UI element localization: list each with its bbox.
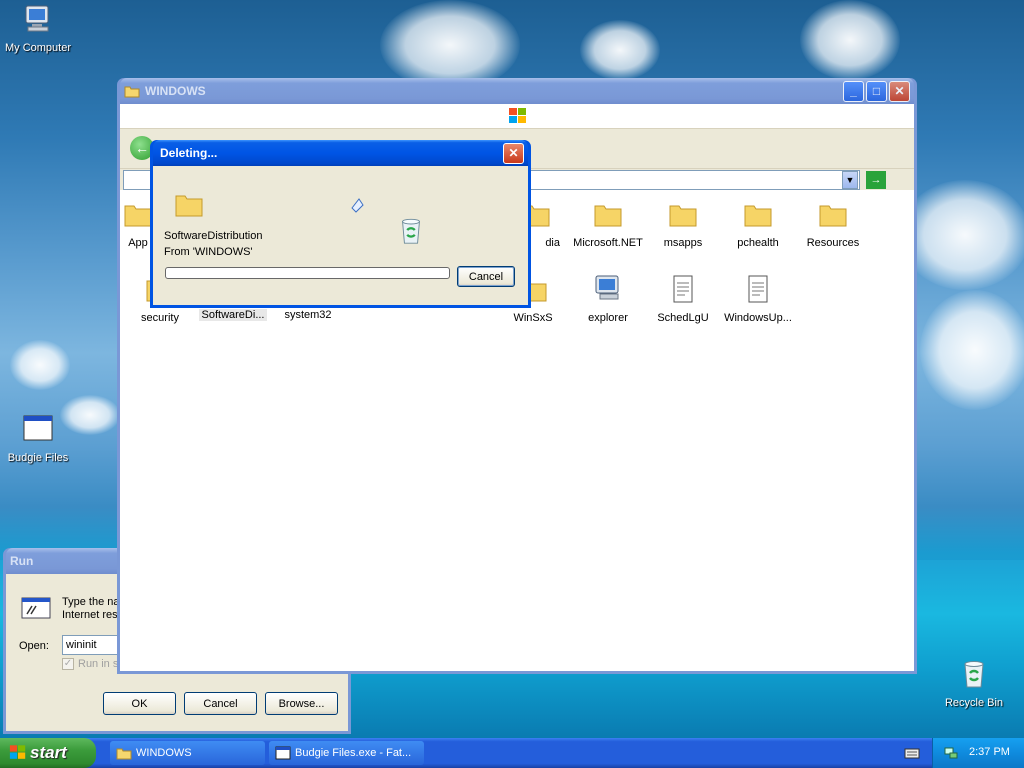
folder-microsoft-net[interactable]: Microsoft.NET <box>568 198 648 249</box>
folder-icon <box>175 195 203 217</box>
run-description-line1: Type the na <box>62 596 120 608</box>
application-window-icon <box>275 746 291 760</box>
run-icon <box>21 597 51 619</box>
windows-logo-icon <box>9 745 26 759</box>
file-item-label: Resources <box>806 237 860 249</box>
taskbar-item-label: WINDOWS <box>136 747 192 759</box>
run-title: Run <box>10 554 34 568</box>
folder-icon <box>116 748 132 760</box>
deleting-titlebar[interactable]: Deleting... ✕ <box>153 140 528 166</box>
system-tray: 2:37 PM <box>932 738 1024 768</box>
ok-button[interactable]: OK <box>103 692 176 715</box>
file-explorer[interactable]: explorer <box>568 273 648 324</box>
file-item-label: system32 <box>284 309 332 321</box>
folder-icon <box>669 205 697 227</box>
explorer-title: WINDOWS <box>145 84 206 98</box>
taskbar: start WINDOWS Budgie Files.exe - Fat... … <box>0 738 1024 768</box>
start-button[interactable]: start <box>0 738 96 768</box>
recycle-bin-icon <box>964 661 984 688</box>
cancel-button[interactable]: Cancel <box>457 266 515 287</box>
cancel-button[interactable]: Cancel <box>184 692 257 715</box>
clock[interactable]: 2:37 PM <box>969 746 1010 758</box>
address-dropdown-button[interactable]: ▼ <box>842 171 858 189</box>
folder-icon <box>124 86 140 98</box>
close-button[interactable]: ✕ <box>503 142 524 164</box>
maximize-button[interactable]: □ <box>866 80 887 102</box>
folder-msapps[interactable]: msapps <box>643 198 723 249</box>
keyboard-icon[interactable] <box>904 747 920 759</box>
folder-pchealth[interactable]: pchealth <box>718 198 798 249</box>
minimize-button[interactable]: _ <box>843 80 864 102</box>
progress-bar <box>165 267 450 279</box>
explorer-titlebar[interactable]: WINDOWS _ □ ✕ <box>120 78 914 104</box>
deleting-dialog: Deleting... ✕ SoftwareDistribution From … <box>150 140 531 308</box>
run-in-separate-checkbox[interactable]: ✓ <box>62 658 74 670</box>
windows-logo-icon <box>509 108 526 123</box>
file-item-label: explorer <box>588 312 628 324</box>
application-window-icon <box>23 415 53 441</box>
run-description-line2: Internet res <box>62 609 118 621</box>
close-button[interactable]: ✕ <box>889 80 910 102</box>
deleting-from-text: From 'WINDOWS' <box>164 246 253 258</box>
file-item-label: msapps <box>663 237 703 249</box>
desktop-icon-budgie-files[interactable]: Budgie Files <box>0 413 76 464</box>
start-label: start <box>30 743 67 762</box>
folder-icon <box>819 205 847 227</box>
file-item-label: pchealth <box>737 237 779 249</box>
open-label: Open: <box>19 640 49 652</box>
file-windowsupdate[interactable]: WindowsUp... <box>718 273 798 324</box>
menu-bar <box>120 104 914 128</box>
desktop-icon-label: My Computer <box>4 42 72 54</box>
taskbar-item-label: Budgie Files.exe - Fat... <box>295 747 412 759</box>
file-item-label: security <box>141 312 179 324</box>
recycle-bin-icon <box>402 218 420 244</box>
go-button[interactable]: → <box>866 171 886 189</box>
file-item-label: WindowsUp... <box>724 312 792 324</box>
computer-icon <box>25 5 49 32</box>
desktop-icon-recycle-bin[interactable]: Recycle Bin <box>936 658 1012 709</box>
folder-resources[interactable]: Resources <box>793 198 873 249</box>
flying-paper-icon <box>351 198 364 213</box>
computer-icon <box>595 275 619 300</box>
deleting-title: Deleting... <box>160 146 218 160</box>
taskbar-item-windows[interactable]: WINDOWS <box>110 741 265 765</box>
deleting-file-name: SoftwareDistribution <box>164 230 263 242</box>
desktop-icon-my-computer[interactable]: My Computer <box>0 3 76 54</box>
folder-icon <box>744 205 772 227</box>
text-document-icon <box>673 275 693 303</box>
file-item-label: SoftwareDi... <box>198 309 268 321</box>
file-item-label: Microsoft.NET <box>573 237 643 249</box>
desktop-icon-label: Recycle Bin <box>944 697 1004 709</box>
network-icon[interactable] <box>943 745 959 761</box>
text-document-icon <box>748 275 768 303</box>
taskbar-item-budgie-files[interactable]: Budgie Files.exe - Fat... <box>269 741 424 765</box>
folder-icon <box>594 205 622 227</box>
file-item-label: WinSxS <box>513 312 553 324</box>
browse-button[interactable]: Browse... <box>265 692 338 715</box>
file-item-label: SchedLgU <box>657 312 709 324</box>
desktop-icon-label: Budgie Files <box>7 452 69 464</box>
file-schedlgu[interactable]: SchedLgU <box>643 273 723 324</box>
